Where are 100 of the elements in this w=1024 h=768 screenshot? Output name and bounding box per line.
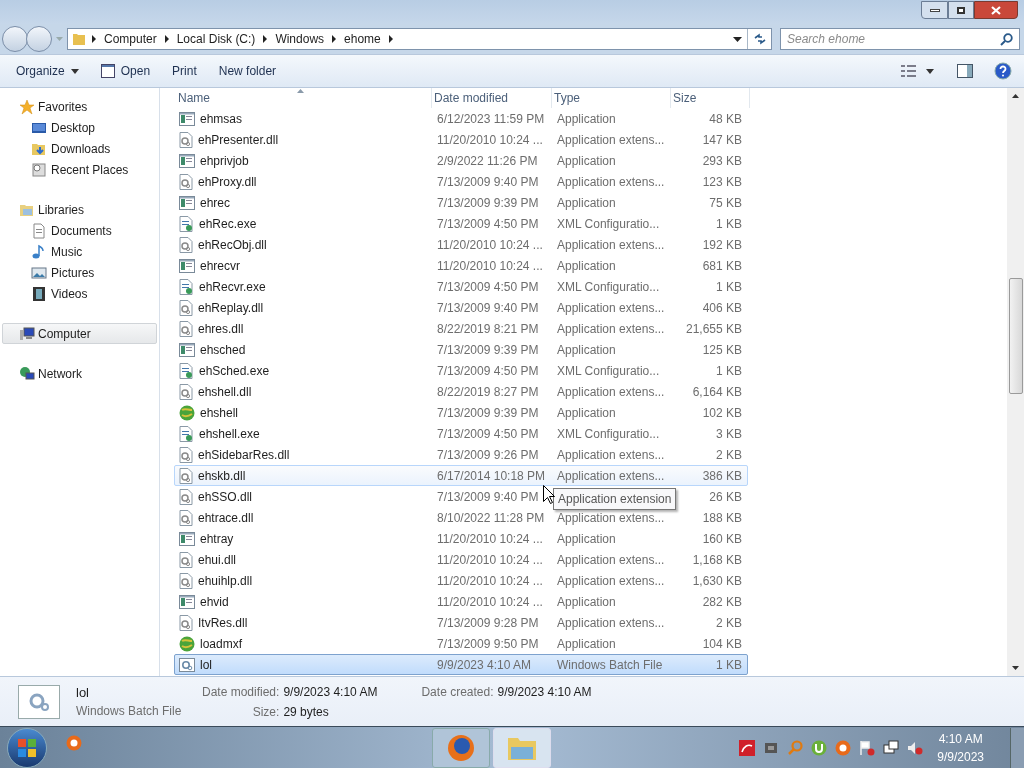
sidebar-item[interactable]: Favorites [2,96,157,117]
date-cell-text: 11/20/2010 10:24 ... [437,131,543,149]
sidebar-item[interactable]: Videos [2,283,157,304]
file-name: ehProxy.dll [198,173,257,191]
sidebar-item[interactable]: Downloads [2,138,157,159]
column-header[interactable]: Size [671,88,750,108]
file-row[interactable]: ehui.dll 11/20/2010 10:24 ... Application extens... 1,168 KB [174,549,748,570]
gear-file-icon [179,614,193,631]
size-cell-text: 1 KB [715,215,742,233]
file-row[interactable]: ehskb.dll 6/17/2014 10:18 PM Application extens... 386 KB [174,465,748,486]
back-button[interactable] [2,26,28,52]
globe-icon [179,635,195,652]
file-row[interactable]: ehshell.dll 8/22/2019 8:27 PM Application extens... 6,164 KB [174,381,748,402]
column-header[interactable]: Type [552,88,671,108]
search-input[interactable]: Search ehome [787,30,1000,48]
flag-error-icon[interactable] [859,739,876,756]
search-field[interactable]: Search ehome [780,28,1020,50]
file-row[interactable]: ehSidebarRes.dll 7/13/2009 9:26 PM Application extens... 2 KB [174,444,748,465]
file-row[interactable]: ehprivjob 2/9/2022 11:26 PM Application 293 KB [174,150,748,171]
file-row[interactable]: ehSched.exe 7/13/2009 4:50 PM XML Configuratio... 1 KB [174,360,748,381]
file-name: lol [76,683,90,702]
size-cell-text: 681 KB [701,257,742,275]
start-button[interactable] [7,727,47,768]
date-cell-text: 6/17/2014 10:18 PM [437,467,546,485]
sidebar-item[interactable]: Pictures [2,262,157,283]
file-row[interactable]: ehRec.exe 7/13/2009 4:50 PM XML Configuratio... 1 KB [174,213,748,234]
file-row[interactable]: ehmsas 6/12/2023 11:59 PM Application 48 KB [174,108,748,129]
file-row[interactable]: ehrecvr 11/20/2010 10:24 ... Application 681 KB [174,255,748,276]
date-cell-text: 7/13/2009 9:39 PM [437,404,539,422]
scroll-thumb[interactable] [1008,278,1023,394]
sidebar-item[interactable]: Computer [2,323,157,344]
type-cell-text: Application [557,257,616,275]
file-row[interactable]: loadmxf 7/13/2009 9:50 PM Application 104 KB [174,633,748,654]
windows-logo-icon [17,737,37,758]
date-cell-text: 7/13/2009 9:39 PM [437,194,539,212]
size-cell-text: 2 KB [715,446,742,464]
size-cell-text: 160 KB [701,530,742,548]
close-button[interactable] [974,1,1018,19]
address-bar[interactable]: Computer Local Disk (C:) Windows ehome [67,28,772,50]
file-row[interactable]: ehrec 7/13/2009 9:39 PM Application 75 KB [174,192,748,213]
type-cell-text: XML Configuratio... [557,425,660,443]
file-name: ehshell.dll [198,383,252,401]
file-name: ehtray [200,530,234,548]
detail-label: Date modified: [202,684,280,701]
application-icon [179,594,195,609]
sidebar-item[interactable]: Music [2,241,157,262]
file-row[interactable]: ehProxy.dll 7/13/2009 9:40 PM Application extens... 123 KB [174,171,748,192]
size-cell-text: 102 KB [701,404,742,422]
file-row[interactable]: ehRecvr.exe 7/13/2009 4:50 PM XML Configuratio... 1 KB [174,276,748,297]
file-row[interactable]: lol 9/9/2023 4:10 AM Windows Batch File 1 KB [174,654,748,675]
network-icon[interactable] [883,739,900,756]
file-name: ehsched [200,341,246,359]
file-row[interactable]: ehsched 7/13/2009 9:39 PM Application 125 KB [174,339,748,360]
dropdown-icon[interactable] [733,36,742,42]
restore-button[interactable] [948,1,974,19]
taskbar-button[interactable] [432,727,490,768]
file-row[interactable]: ItvRes.dll 7/13/2009 9:28 PM Application extens... 2 KB [174,612,748,633]
file-name: ehmsas [200,110,243,128]
file-row[interactable]: ehRecObj.dll 11/20/2010 10:24 ... Application extens... 192 KB [174,234,748,255]
ring-app-icon[interactable] [66,734,82,751]
file-row[interactable]: ehtray 11/20/2010 10:24 ... Application 160 KB [174,528,748,549]
file-row[interactable]: ehshell.exe 7/13/2009 4:50 PM XML Configuratio... 3 KB [174,423,748,444]
toolbar-button[interactable]: Open [92,59,159,83]
type-cell-text: Application extens... [557,509,665,527]
type-cell-text: Application extens... [557,572,665,590]
show-desktop-button[interactable] [1010,727,1024,768]
file-row[interactable]: ehres.dll 8/22/2019 8:21 PM Application extens... 21,655 KB [174,318,748,339]
type-cell-text: Application [557,194,616,212]
breadcrumb[interactable]: Local Disk (C:) [174,30,258,48]
breadcrumb[interactable]: Computer [102,30,159,48]
breadcrumb[interactable]: Windows [273,30,327,48]
file-name: ehrecvr [200,257,240,275]
file-name: ehtrace.dll [198,509,254,527]
scrollbar[interactable] [1007,88,1024,676]
file-row[interactable]: ehshell 7/13/2009 9:39 PM Application 102 KB [174,402,748,423]
size-cell-text: 125 KB [701,341,742,359]
caret-icon [70,68,79,74]
toolbar-button[interactable]: New folder [210,59,285,83]
sidebar-item[interactable]: Recent Places [2,159,157,180]
file-row[interactable]: ehReplay.dll 7/13/2009 9:40 PM Application extens... 406 KB [174,297,748,318]
gear-file-icon [179,551,193,568]
clock[interactable]: 4:10 AM 9/9/2023 [937,729,984,766]
file-row[interactable]: ehSSO.dll 7/13/2009 9:40 PM Application extension 26 KB [174,486,748,507]
file-row[interactable]: ehtrace.dll 8/10/2022 11:28 PM Application extens... 188 KB [174,507,748,528]
sidebar-item[interactable]: Documents [2,220,157,241]
sidebar-item[interactable]: Network [2,363,157,384]
file-row[interactable]: ehPresenter.dll 11/20/2010 10:24 ... Application extens... 147 KB [174,129,748,150]
forward-button[interactable] [26,26,52,52]
sidebar-item[interactable]: Libraries [2,199,157,220]
toolbar-button[interactable]: Print [164,59,205,83]
minimize-button[interactable] [921,1,948,19]
sidebar-item[interactable]: Desktop [2,117,157,138]
toolbar-button[interactable]: Organize [8,59,87,83]
file-row[interactable]: ehuihlp.dll 11/20/2010 10:24 ... Application extens... 1,630 KB [174,570,748,591]
file-thumbnail-icon [18,684,60,719]
ring-app-icon[interactable] [835,739,852,756]
date-cell-text: 11/20/2010 10:24 ... [437,593,543,611]
column-header[interactable]: Date modified [432,88,552,108]
breadcrumb[interactable]: ehome [342,30,383,48]
file-row[interactable]: ehvid 11/20/2010 10:24 ... Application 282 KB [174,591,748,612]
